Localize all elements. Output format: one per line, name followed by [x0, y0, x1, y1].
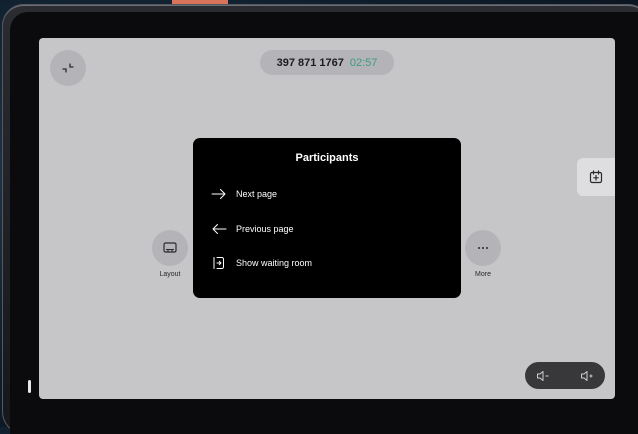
layout-button[interactable]	[152, 230, 188, 266]
more-label: More	[475, 271, 491, 278]
arrow-left-icon	[211, 221, 231, 237]
volume-up-button[interactable]	[579, 368, 595, 384]
call-screen: 397 871 1767 02:57 Layout More Participa…	[39, 38, 615, 399]
share-screen-icon	[589, 170, 603, 184]
volume-down-icon	[537, 370, 549, 381]
home-indicator[interactable]	[28, 380, 31, 393]
share-screen-button[interactable]	[577, 158, 615, 196]
next-page-item[interactable]: Next page	[211, 184, 277, 204]
minimize-button[interactable]	[50, 50, 86, 86]
call-number: 397 871 1767	[276, 56, 344, 69]
volume-down-button[interactable]	[535, 368, 551, 384]
minimize-icon	[62, 63, 74, 73]
panel-title: Participants	[295, 152, 359, 164]
participants-panel: Participants Next page Previous page Sho…	[193, 138, 461, 298]
volume-control	[525, 362, 605, 389]
layout-icon	[163, 242, 177, 253]
more-icon	[478, 247, 488, 249]
show-waiting-room-label: Show waiting room	[236, 258, 313, 268]
waiting-room-icon	[211, 255, 231, 271]
volume-up-icon	[581, 370, 593, 381]
show-waiting-room-item[interactable]: Show waiting room	[211, 253, 312, 273]
previous-page-item[interactable]: Previous page	[211, 219, 294, 239]
next-page-label: Next page	[236, 189, 278, 199]
arrow-right-icon	[211, 186, 231, 202]
layout-label: Layout	[159, 271, 181, 278]
previous-page-label: Previous page	[236, 224, 294, 234]
more-button[interactable]	[465, 230, 501, 266]
call-info-pill: 397 871 1767 02:57	[260, 50, 394, 75]
call-timer: 02:57	[349, 56, 378, 69]
